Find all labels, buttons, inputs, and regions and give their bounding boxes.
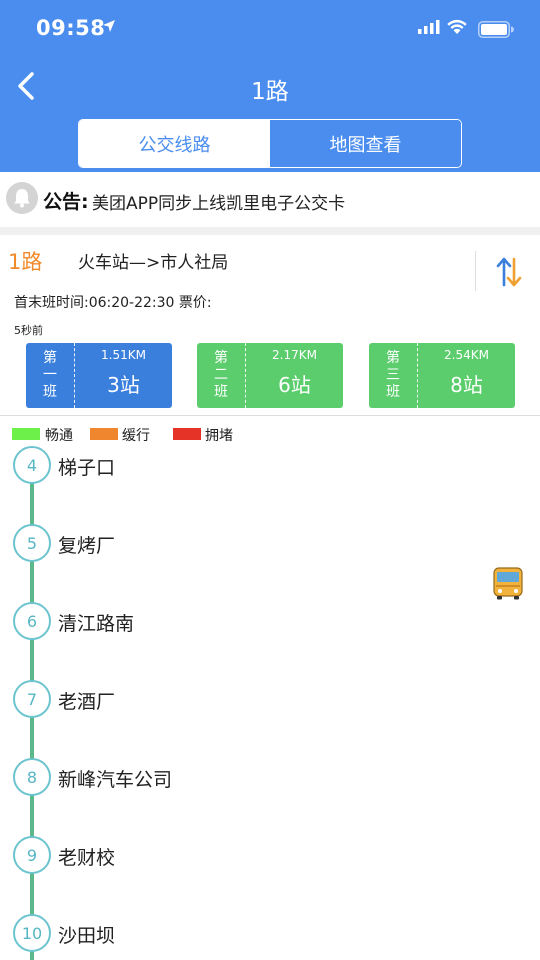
bus-order-char: 二 xyxy=(214,367,228,383)
bus-order-char: 一 xyxy=(43,367,57,383)
station-item[interactable]: 5 复烤厂 xyxy=(0,524,540,564)
station-name: 沙田坝 xyxy=(58,925,116,947)
legend-swatch-slow xyxy=(90,428,118,440)
station-name: 清江路南 xyxy=(58,613,135,635)
route-header: 1路 火车站—>市人社局 首末班时间:06:20-22:30 票价: 5秒前 第… xyxy=(0,235,540,415)
station-name: 新峰汽车公司 xyxy=(58,769,173,791)
notice-text: 美团APP同步上线凯里电子公交卡 xyxy=(92,194,346,214)
bus-icon[interactable] xyxy=(492,566,524,600)
location-arrow-icon xyxy=(103,20,115,32)
status-time: 09:58 xyxy=(36,16,106,40)
bus-order: 第 二 班 xyxy=(197,343,246,408)
station-number: 7 xyxy=(13,680,51,718)
update-time: 5秒前 xyxy=(14,324,43,337)
bus-order-char: 第 xyxy=(214,350,228,366)
station-item[interactable]: 6 清江路南 xyxy=(0,602,540,642)
cellular-signal-icon xyxy=(418,20,440,34)
station-number: 10 xyxy=(13,914,51,952)
bus-order-char: 班 xyxy=(386,384,400,400)
bus-stops-away: 6站 xyxy=(278,373,311,397)
bus-order-char: 班 xyxy=(43,384,57,400)
bus-order: 第 三 班 xyxy=(369,343,418,408)
bus-card-3[interactable]: 第 三 班 2.54KM 8站 xyxy=(369,343,515,408)
bus-order: 第 一 班 xyxy=(26,343,75,408)
bus-distance: 1.51KM xyxy=(101,348,146,362)
segmented-control: 公交线路 地图查看 xyxy=(78,119,462,168)
notice-label: 公告: xyxy=(43,191,89,213)
station-number: 5 xyxy=(13,524,51,562)
station-number: 4 xyxy=(13,446,51,484)
bus-distance: 2.17KM xyxy=(272,348,317,362)
nav-bar: 1路 xyxy=(0,58,540,115)
bus-stops-away: 3站 xyxy=(107,373,140,397)
swap-direction-icon[interactable] xyxy=(494,255,524,289)
route-direction: 火车站—>市人社局 xyxy=(78,253,229,273)
bus-order-char: 第 xyxy=(43,350,57,366)
station-number: 6 xyxy=(13,602,51,640)
notice-bar[interactable]: 公告: 美团APP同步上线凯里电子公交卡 xyxy=(0,172,540,227)
bus-order-char: 第 xyxy=(386,350,400,366)
tab-strip: 公交线路 地图查看 xyxy=(0,115,540,172)
legend-swatch-congested xyxy=(173,428,201,440)
legend-label-smooth: 畅通 xyxy=(45,428,73,444)
traffic-legend: 畅通 缓行 拥堵 xyxy=(0,424,540,446)
schedule-info: 首末班时间:06:20-22:30 票价: xyxy=(14,295,212,311)
legend-label-congested: 拥堵 xyxy=(205,428,233,444)
station-name: 梯子口 xyxy=(58,457,116,479)
station-item[interactable]: 9 老财校 xyxy=(0,836,540,876)
station-item[interactable]: 7 老酒厂 xyxy=(0,680,540,720)
tab-bus-route[interactable]: 公交线路 xyxy=(79,120,270,167)
station-name: 复烤厂 xyxy=(58,535,116,557)
station-item[interactable]: 10 沙田坝 xyxy=(0,914,540,954)
page-title: 1路 xyxy=(251,79,289,105)
status-bar: 09:58 xyxy=(0,0,540,58)
station-number: 9 xyxy=(13,836,51,874)
wifi-icon xyxy=(447,19,467,34)
station-item[interactable]: 4 梯子口 xyxy=(0,446,540,486)
route-number: 1路 xyxy=(8,250,43,274)
legend-label-slow: 缓行 xyxy=(122,428,150,444)
legend-swatch-smooth xyxy=(12,428,40,440)
section-divider xyxy=(0,227,540,235)
station-name: 老财校 xyxy=(58,847,116,869)
station-number: 8 xyxy=(13,758,51,796)
bus-card-2[interactable]: 第 二 班 2.17KM 6站 xyxy=(197,343,343,408)
station-name: 老酒厂 xyxy=(58,691,116,713)
bus-order-char: 三 xyxy=(386,367,400,383)
legend-divider xyxy=(0,415,540,416)
bus-distance: 2.54KM xyxy=(444,348,489,362)
swap-divider xyxy=(475,251,476,291)
bell-icon xyxy=(6,182,38,214)
tab-map-view[interactable]: 地图查看 xyxy=(270,120,461,167)
battery-icon xyxy=(478,21,514,38)
station-item[interactable]: 8 新峰汽车公司 xyxy=(0,758,540,798)
bus-card-1[interactable]: 第 一 班 1.51KM 3站 xyxy=(26,343,172,408)
bus-order-char: 班 xyxy=(214,384,228,400)
bus-stops-away: 8站 xyxy=(450,373,483,397)
